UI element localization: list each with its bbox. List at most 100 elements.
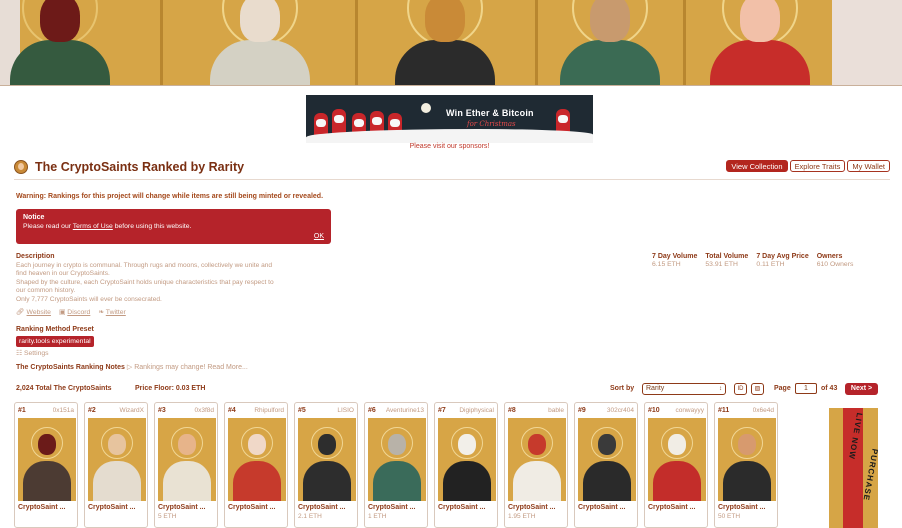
description-line: Shaped by the culture, each CryptoSaint … (16, 278, 274, 286)
notice-body-prefix: Please read our (23, 223, 73, 230)
card-price: 1.95 ETH (508, 513, 536, 520)
card-image[interactable] (578, 418, 636, 501)
card-rank: #3 (158, 407, 166, 414)
page-label: Page (774, 385, 791, 392)
saint-body (233, 461, 281, 501)
card-owner[interactable]: Digiphysical (459, 407, 494, 414)
card-name: CryptoSaint ... (578, 504, 626, 511)
sort-select[interactable]: Rarity ↕ (642, 383, 726, 395)
my-wallet-button[interactable]: My Wallet (847, 160, 890, 172)
card-rank: #7 (438, 407, 446, 414)
saint-head (458, 434, 476, 455)
ranking-preset-heading: Ranking Method Preset (16, 326, 94, 333)
hero-saint-figure (700, 0, 820, 85)
hero-saint-figure (385, 0, 505, 85)
card-owner[interactable]: 0x6e4d (753, 407, 774, 414)
saint-body (210, 40, 310, 85)
card-owner[interactable]: 302cr404 (607, 407, 634, 414)
card-name: CryptoSaint ... (508, 504, 556, 511)
notice-ok-button[interactable]: OK (314, 233, 324, 240)
hero-divider (160, 0, 163, 85)
stat-label: Total Volume (705, 253, 749, 260)
card-rank: #11 (718, 407, 730, 414)
sponsor-ad-banner[interactable]: Win Ether & Bitcoin for Christmas (306, 95, 593, 143)
nft-card[interactable]: #2 WizardX CryptoSaint ... (84, 402, 148, 528)
card-price: 50 ETH (718, 513, 741, 520)
card-name: CryptoSaint ... (298, 504, 346, 511)
card-name: CryptoSaint ... (648, 504, 696, 511)
hero-divider (535, 0, 538, 85)
card-owner[interactable]: WizardX (119, 407, 144, 414)
card-image[interactable] (158, 418, 216, 501)
card-rank: #4 (228, 407, 236, 414)
card-rank: #1 (18, 407, 26, 414)
chevron-updown-icon: ↕ (719, 386, 722, 392)
card-image[interactable] (88, 418, 146, 501)
collection-avatar (14, 160, 28, 174)
card-image[interactable] (368, 418, 426, 501)
nft-card[interactable]: #1 0x151a CryptoSaint ... (14, 402, 78, 528)
card-owner[interactable]: conwayyy (675, 407, 704, 414)
card-name: CryptoSaint ... (718, 504, 766, 511)
moon-icon (421, 103, 431, 113)
nft-card[interactable]: #3 0x3f8d CryptoSaint ... 5 ETH (154, 402, 218, 528)
card-owner[interactable]: Aventurine13 (386, 407, 424, 414)
stat-label: Owners (816, 253, 843, 260)
saint-head (248, 434, 266, 455)
card-image[interactable] (648, 418, 706, 501)
card-owner[interactable]: Rhipulford (254, 407, 284, 414)
card-owner[interactable]: LISIO (337, 407, 354, 414)
card-image[interactable] (508, 418, 566, 501)
page-input[interactable]: 1 (795, 383, 817, 394)
discord-link-label: Discord (67, 309, 91, 316)
nft-card[interactable]: #5 LISIO CryptoSaint ... 2.1 ETH (294, 402, 358, 528)
side-ad-banner[interactable]: LIVE NOW PURCHASE (829, 408, 878, 528)
ranking-notes[interactable]: The CryptoSaints Ranking Notes ▷ Ranking… (16, 363, 248, 371)
saint-body (303, 461, 351, 501)
settings-link[interactable]: ☷ Settings (16, 349, 49, 357)
card-image[interactable] (298, 418, 356, 501)
header-buttons: View Collection Explore Traits My Wallet (726, 160, 890, 172)
saint-head (388, 434, 406, 455)
terms-of-use-link[interactable]: Terms of Use (73, 223, 113, 230)
website-link[interactable]: 🔗︎ Website (16, 308, 51, 316)
explore-traits-button[interactable]: Explore Traits (789, 160, 846, 172)
card-owner[interactable]: bable (548, 407, 564, 414)
view-collection-button[interactable]: View Collection (726, 160, 788, 172)
card-owner[interactable]: 0x151a (53, 407, 74, 414)
view-images-button[interactable]: ▨ (751, 383, 764, 395)
saint-body (443, 461, 491, 501)
card-image[interactable] (718, 418, 776, 501)
saint-head (528, 434, 546, 455)
card-rank: #10 (648, 407, 660, 414)
card-image[interactable] (18, 418, 76, 501)
card-owner[interactable]: 0x3f8d (194, 407, 214, 414)
page-header: The CryptoSaints Ranked by Rarity View C… (14, 158, 890, 178)
ranking-preset-tag[interactable]: rarity.tools experimental (16, 336, 94, 347)
twitter-link[interactable]: ❧ Twitter (98, 308, 125, 316)
twitter-icon: ❧ (98, 309, 105, 316)
saint-body (723, 461, 771, 501)
nft-card[interactable]: #7 Digiphysical CryptoSaint ... (434, 402, 498, 528)
sponsor-subtitle: for Christmas (467, 120, 516, 128)
hero-side-right (832, 0, 902, 85)
card-price: 2.1 ETH (298, 513, 322, 520)
website-link-label: Website (26, 309, 51, 316)
description-line: find heaven in our CryptoSaints. (16, 270, 110, 278)
discord-link[interactable]: ▣ Discord (59, 308, 90, 316)
nft-card[interactable]: #10 conwayyy CryptoSaint ... (644, 402, 708, 528)
view-ids-button[interactable]: ID (734, 383, 747, 395)
card-name: CryptoSaint ... (88, 504, 136, 511)
nft-card[interactable]: #4 Rhipulford CryptoSaint ... (224, 402, 288, 528)
nft-card[interactable]: #11 0x6e4d CryptoSaint ... 50 ETH (714, 402, 778, 528)
nft-card[interactable]: #6 Aventurine13 CryptoSaint ... 1 ETH (364, 402, 428, 528)
nft-card[interactable]: #8 bable CryptoSaint ... 1.95 ETH (504, 402, 568, 528)
card-image[interactable] (438, 418, 496, 501)
nft-card[interactable]: #9 302cr404 CryptoSaint ... (574, 402, 638, 528)
sponsor-title: Win Ether & Bitcoin (446, 108, 534, 118)
card-image[interactable] (228, 418, 286, 501)
saint-head (738, 434, 756, 455)
card-name: CryptoSaint ... (228, 504, 276, 511)
next-page-button[interactable]: Next > (845, 383, 878, 395)
card-rank: #6 (368, 407, 376, 414)
